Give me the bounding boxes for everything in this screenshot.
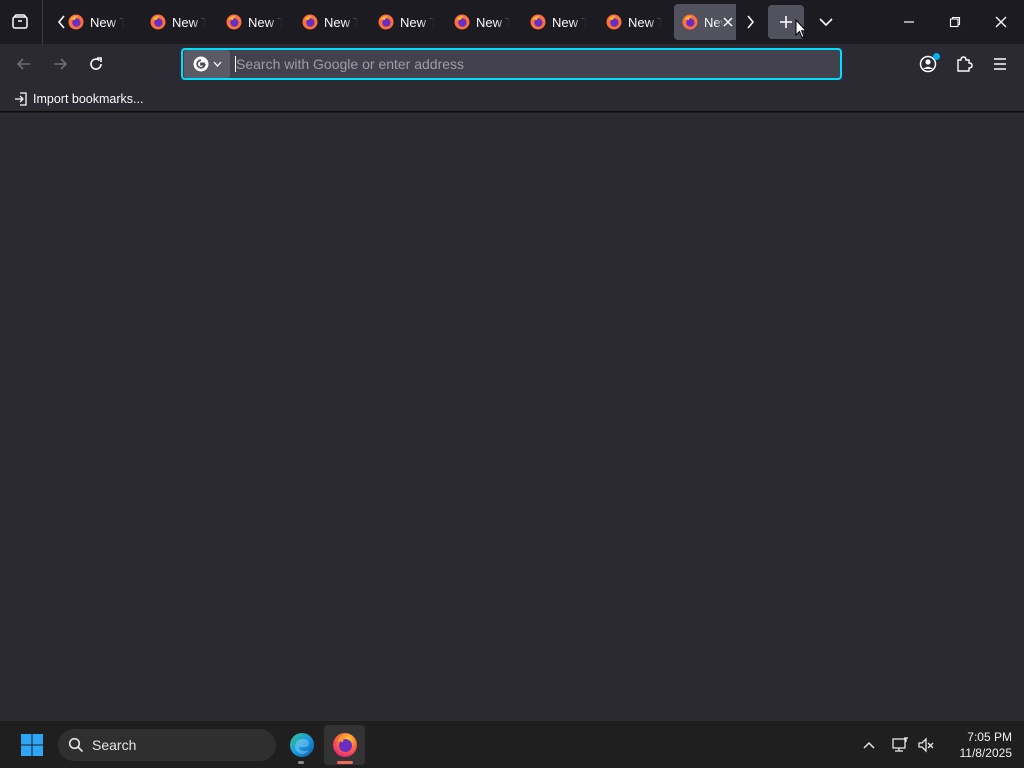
edge-icon — [290, 733, 314, 757]
import-icon — [15, 92, 27, 106]
tab[interactable]: New T — [370, 4, 442, 40]
volume-muted-icon — [918, 737, 934, 753]
chevron-right-icon — [747, 15, 755, 29]
edge-taskbar-button[interactable] — [283, 725, 321, 765]
firefox-icon — [378, 14, 394, 30]
firefox-view-button[interactable] — [4, 6, 36, 38]
back-button[interactable] — [8, 48, 40, 80]
taskbar-clock[interactable]: 7:05 PM 11/8/2025 — [942, 729, 1013, 761]
arrow-left-icon — [16, 58, 30, 70]
tab-active[interactable]: New Tab — [674, 4, 736, 40]
tab[interactable]: New T — [218, 4, 290, 40]
restore-button[interactable] — [932, 4, 978, 40]
taskbar-search-label: Search — [92, 737, 137, 753]
close-tab-button[interactable] — [720, 14, 736, 30]
extensions-button[interactable] — [948, 48, 980, 80]
navigation-toolbar — [0, 44, 1024, 84]
firefox-icon — [150, 14, 166, 30]
forward-button[interactable] — [44, 48, 76, 80]
tab[interactable]: New T — [522, 4, 594, 40]
tab-label: New T — [172, 14, 206, 30]
volume-tray-button[interactable] — [915, 733, 937, 757]
chevron-down-icon — [819, 18, 833, 27]
tab-label: New T — [552, 14, 586, 30]
tab-strip-divider — [42, 0, 43, 44]
close-icon — [723, 17, 733, 27]
tab[interactable]: New T — [446, 4, 518, 40]
scroll-tabs-right-button[interactable] — [738, 8, 762, 36]
text-caret — [235, 56, 236, 72]
account-button[interactable] — [912, 48, 944, 80]
tab[interactable]: New T — [294, 4, 366, 40]
firefox-icon — [332, 733, 357, 757]
import-bookmarks-button[interactable]: Import bookmarks... — [10, 88, 147, 110]
mouse-cursor-icon — [795, 19, 807, 39]
tab-list: New T New T New T New T New T New T New T New T… — [66, 4, 736, 40]
application-menu-button[interactable] — [984, 48, 1016, 80]
tab-label: New T — [400, 14, 434, 30]
address-bar[interactable] — [181, 48, 842, 80]
minimize-button[interactable] — [886, 4, 932, 40]
google-icon — [193, 56, 208, 72]
plus-icon — [780, 16, 792, 28]
reload-icon — [90, 57, 102, 70]
firefox-icon — [68, 14, 84, 30]
chevron-up-icon — [863, 741, 875, 749]
tab[interactable]: New T — [598, 4, 670, 40]
tab-label: New T — [628, 14, 662, 30]
tab-label: New T — [90, 14, 124, 30]
firefox-icon — [606, 14, 622, 30]
firefox-icon — [226, 14, 242, 30]
start-button[interactable] — [16, 729, 48, 761]
chevron-down-icon — [213, 61, 221, 67]
minimize-icon — [904, 21, 914, 23]
hamburger-menu-icon — [994, 58, 1006, 70]
bookmarks-toolbar: Import bookmarks... — [0, 84, 1024, 112]
network-icon — [892, 737, 908, 752]
tab-strip: New T New T New T New T New T New T New T New T… — [0, 0, 1024, 44]
list-all-tabs-button[interactable] — [812, 8, 840, 36]
firefox-icon — [682, 14, 698, 30]
reload-button[interactable] — [80, 48, 112, 80]
firefox-icon — [530, 14, 546, 30]
arrow-right-icon — [54, 58, 68, 70]
edge-running-indicator — [298, 761, 304, 764]
firefox-view-icon — [12, 14, 28, 29]
show-hidden-icons-button[interactable] — [858, 733, 880, 757]
tab-label: New T — [324, 14, 358, 30]
puzzle-piece-icon — [957, 56, 973, 72]
import-bookmarks-label: Import bookmarks... — [33, 92, 144, 106]
close-icon — [995, 16, 1007, 28]
windows-taskbar: Search 7:05 PM 11/8/2025 — [0, 720, 1024, 768]
clock-date: 11/8/2025 — [959, 746, 1013, 760]
screen: New T New T New T New T New T New T New T New T… — [0, 0, 1024, 768]
page-content[interactable] — [0, 113, 1024, 720]
network-tray-button[interactable] — [889, 733, 911, 757]
firefox-active-indicator — [337, 761, 353, 764]
url-input[interactable] — [230, 50, 840, 78]
clock-time: 7:05 PM — [967, 730, 1012, 744]
firefox-taskbar-button[interactable] — [324, 725, 365, 765]
windows-logo-icon — [21, 734, 43, 756]
firefox-icon — [454, 14, 470, 30]
restore-icon — [949, 16, 961, 28]
firefox-icon — [302, 14, 318, 30]
close-window-button[interactable] — [978, 4, 1024, 40]
tab[interactable]: New T — [66, 4, 132, 40]
search-engine-button[interactable] — [184, 50, 230, 78]
taskbar-search-box[interactable]: Search — [58, 729, 276, 761]
tab-label: New T — [248, 14, 282, 30]
tab[interactable]: New T — [142, 4, 214, 40]
search-icon — [68, 737, 84, 753]
tab-label: New T — [476, 14, 510, 30]
notification-dot — [933, 53, 940, 60]
